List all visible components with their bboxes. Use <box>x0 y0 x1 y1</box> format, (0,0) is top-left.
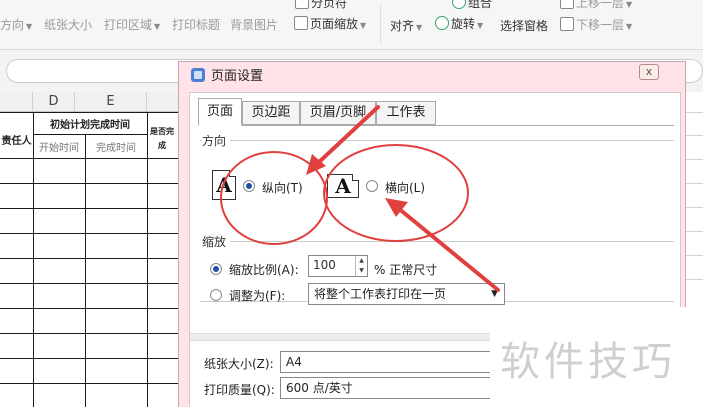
grid-line <box>0 358 185 359</box>
tab-page[interactable]: 页面 <box>198 98 242 126</box>
tab-divider <box>198 125 674 126</box>
grid-line <box>0 258 185 259</box>
print-titles-button[interactable]: 打印标题 <box>172 16 220 33</box>
tab-header-footer[interactable]: 页眉/页脚 <box>300 101 376 125</box>
stepper-arrows-icon[interactable]: ▲ ▼ <box>355 256 367 276</box>
chevron-down-icon: ▼ <box>154 22 161 31</box>
grid-line <box>0 112 185 113</box>
column-header-e[interactable]: E <box>75 92 147 112</box>
print-quality-label: 打印质量(Q): <box>204 383 275 397</box>
landscape-radio[interactable] <box>366 180 378 192</box>
grid-line <box>0 383 185 384</box>
portrait-radio[interactable] <box>243 180 255 192</box>
landscape-page-icon: A <box>327 174 359 198</box>
grid-line <box>0 308 185 309</box>
close-button[interactable]: x <box>639 64 659 80</box>
chevron-down-icon: ▼ <box>416 23 423 32</box>
cell-initial-plan[interactable]: 初始计划完成时间 <box>33 116 147 131</box>
zoom-suffix: % 正常尺寸 <box>374 263 438 277</box>
selection-pane-button[interactable]: 选择窗格 <box>500 17 548 34</box>
scaling-section-label: 缩放 <box>202 233 231 250</box>
chevron-down-icon: ▼ <box>491 289 498 299</box>
column-header-d[interactable]: D <box>33 92 75 112</box>
grid-line <box>85 134 86 407</box>
page-break-icon <box>295 0 309 9</box>
paper-size-label: 纸张大小(Z): <box>204 357 274 371</box>
grid-line <box>0 333 185 334</box>
orientation-button[interactable]: 方向 ▼ <box>0 16 32 33</box>
grid-line <box>0 208 185 209</box>
section-divider <box>200 140 674 141</box>
bring-forward-icon <box>560 0 574 9</box>
chevron-down-icon: ▼ <box>360 21 367 30</box>
print-area-button[interactable]: 打印区域 ▼ <box>104 16 160 33</box>
grid-line <box>0 233 185 234</box>
group-icon <box>452 0 466 9</box>
fit-select[interactable]: 将整个工作表打印在一页 ▼ <box>308 283 505 305</box>
fit-radio[interactable] <box>210 289 222 301</box>
cell-start-time[interactable]: 开始时间 <box>33 139 85 154</box>
cell-is-done[interactable]: 是否完成 <box>150 124 174 152</box>
zoom-radio[interactable] <box>210 263 222 275</box>
chevron-down-icon: ▼ <box>626 22 633 31</box>
align-button[interactable]: 对齐 ▼ <box>390 17 422 34</box>
ribbon-divider <box>380 4 381 44</box>
portrait-label[interactable]: 纵向(T) <box>262 179 303 196</box>
cell-responsible[interactable]: 责任人 <box>0 132 33 147</box>
paper-size-button[interactable]: 纸张大小 <box>44 16 92 33</box>
portrait-page-icon: A <box>212 170 236 200</box>
page-zoom-icon <box>294 16 308 30</box>
ribbon-toolbar: 分页符 方向 ▼ 纸张大小 打印区域 ▼ 打印标题 背景图片 页面缩放 ▼ 组合 对齐… <box>0 0 703 50</box>
cell-finish-time[interactable]: 完成时间 <box>85 139 147 154</box>
rotate-button[interactable]: 旋转 ▼ <box>435 15 483 32</box>
app-icon <box>191 68 205 82</box>
dialog-title: 页面设置 <box>191 66 263 88</box>
group-button[interactable]: 组合 <box>452 0 492 11</box>
tab-margins[interactable]: 页边距 <box>242 101 300 125</box>
background-image-button[interactable]: 背景图片 <box>230 16 278 33</box>
orientation-section-label: 方向 <box>202 132 231 149</box>
section-divider <box>230 241 674 242</box>
fit-label[interactable]: 调整为(F): <box>229 287 285 304</box>
chevron-down-icon: ▼ <box>626 0 633 9</box>
spreadsheet-grid[interactable]: D E 责任人 初始计划完成时间 开始时间 完成时间 是否完成 <box>0 92 185 407</box>
grid-line <box>0 283 185 284</box>
rotate-icon <box>435 16 449 30</box>
watermark: 软件技巧 <box>490 307 703 407</box>
column-header-c[interactable] <box>0 92 33 112</box>
grid-line <box>33 112 34 407</box>
chevron-down-icon: ▼ <box>26 22 33 31</box>
bring-forward-button[interactable]: 上移一层 ▼ <box>560 0 632 11</box>
grid-line <box>33 134 147 135</box>
chevron-down-icon: ▼ <box>477 21 484 30</box>
grid-line <box>147 112 148 407</box>
zoom-stepper[interactable]: 100 ▲ ▼ <box>308 255 368 277</box>
grid-line <box>0 183 185 184</box>
tab-worksheet[interactable]: 工作表 <box>376 101 436 125</box>
zoom-value: 100 <box>313 258 336 272</box>
grid-line <box>0 158 185 159</box>
landscape-label[interactable]: 横向(L) <box>385 179 425 196</box>
page-break-button[interactable]: 分页符 <box>295 0 347 11</box>
page-zoom-button[interactable]: 页面缩放 ▼ <box>294 15 366 32</box>
send-backward-button[interactable]: 下移一层 ▼ <box>560 16 632 33</box>
zoom-label[interactable]: 缩放比例(A): <box>229 261 299 278</box>
send-backward-icon <box>560 17 574 31</box>
